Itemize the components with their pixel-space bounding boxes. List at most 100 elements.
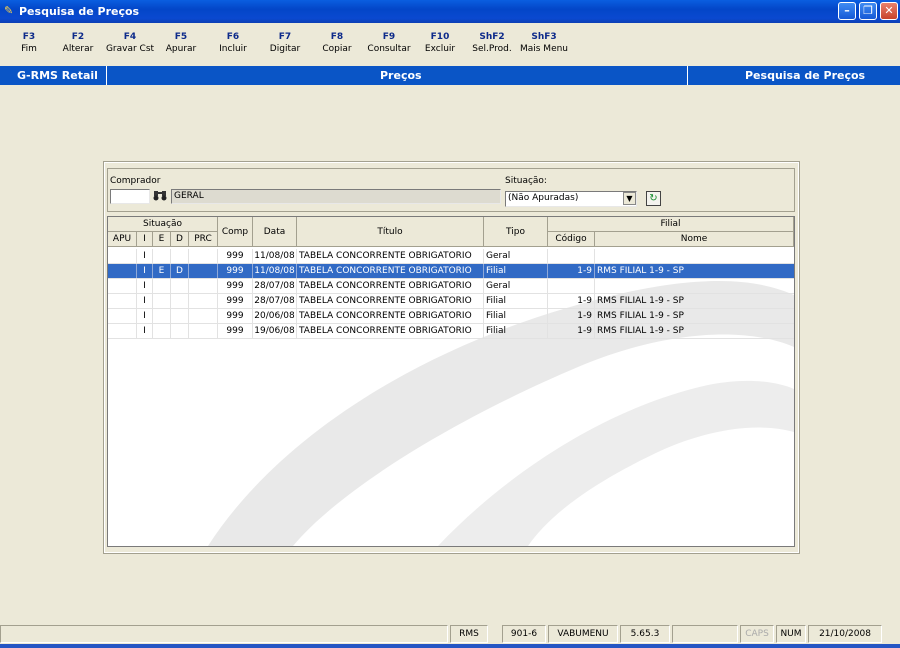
cell-e [153, 279, 171, 293]
status-bar: RMS 901-6 VABUMENU 5.65.3 CAPS NUM 21/10… [0, 625, 900, 643]
fkey-apurar[interactable]: F5 Apurar [160, 31, 202, 55]
fkey-copiar[interactable]: F8 Copiar [316, 31, 358, 55]
cell-tipo: Filial [484, 294, 548, 308]
status-num: NUM [776, 625, 806, 643]
comprador-code-field[interactable] [110, 189, 150, 204]
close-button[interactable]: ✕ [880, 2, 898, 20]
cell-d [171, 279, 189, 293]
restore-button[interactable]: ❐ [859, 2, 877, 20]
status-message [0, 625, 448, 643]
table-row[interactable]: I 999 20/06/08 TABELA CONCORRENTE OBRIGA… [108, 309, 794, 324]
col-header-titulo[interactable]: Título [297, 217, 484, 247]
cell-e [153, 324, 171, 338]
cell-e [153, 294, 171, 308]
fkey-key: F2 [71, 32, 85, 42]
cell-comp: 999 [218, 294, 253, 308]
fkey-label: Apurar [165, 44, 197, 54]
table-row[interactable]: I 999 19/06/08 TABELA CONCORRENTE OBRIGA… [108, 324, 794, 339]
fkey-key: F6 [226, 32, 240, 42]
fkey-mais-menu[interactable]: ShF3 Mais Menu [518, 31, 570, 55]
cell-tipo: Geral [484, 279, 548, 293]
cell-apu [108, 294, 137, 308]
col-header-nome[interactable]: Nome [595, 232, 794, 247]
cell-apu [108, 309, 137, 323]
module-header: G-RMS Retail Preços Pesquisa de Preços [0, 66, 900, 85]
cell-data: 28/07/08 [253, 279, 297, 293]
minimize-button[interactable]: – [838, 2, 856, 20]
fkey-digitar[interactable]: F7 Digitar [264, 31, 306, 55]
cell-tipo: Filial [484, 324, 548, 338]
col-header-tipo[interactable]: Tipo [484, 217, 548, 247]
cell-d [171, 324, 189, 338]
cell-d [171, 249, 189, 263]
situacao-select[interactable]: (Não Apuradas) ▼ [505, 191, 637, 207]
restore-icon: ❐ [863, 4, 873, 17]
cell-i: I [137, 309, 153, 323]
cell-prc [189, 249, 218, 263]
fkey-fim[interactable]: F3 Fim [14, 31, 44, 55]
table-row[interactable]: I 999 28/07/08 TABELA CONCORRENTE OBRIGA… [108, 279, 794, 294]
cell-e [153, 249, 171, 263]
fkey-incluir[interactable]: F6 Incluir [214, 31, 252, 55]
cell-nome: RMS FILIAL 1-9 - SP [597, 296, 684, 306]
cell-d [171, 294, 189, 308]
col-header-codigo[interactable]: Código [548, 232, 595, 247]
fkey-alterar[interactable]: F2 Alterar [58, 31, 98, 55]
binoculars-icon [153, 191, 166, 201]
table-row[interactable]: I 999 28/07/08 TABELA CONCORRENTE OBRIGA… [108, 294, 794, 309]
status-code: 901-6 [502, 625, 546, 643]
fkey-consultar[interactable]: F9 Consultar [364, 31, 414, 55]
col-header-data[interactable]: Data [253, 217, 297, 247]
prices-grid[interactable]: Situação Comp Data Título Tipo Filial AP… [107, 216, 795, 547]
cell-apu [108, 249, 137, 263]
fkey-key: F9 [382, 32, 396, 42]
cell-nome [595, 249, 794, 263]
cell-comp: 999 [218, 264, 253, 278]
table-row[interactable]: I 999 11/08/08 TABELA CONCORRENTE OBRIGA… [108, 249, 794, 264]
col-header-apu[interactable]: APU [108, 232, 137, 247]
col-header-e[interactable]: E [153, 232, 171, 247]
cell-data: 11/08/08 [253, 264, 297, 278]
fkey-key: F8 [330, 32, 344, 42]
cell-comp: 999 [218, 324, 253, 338]
fkey-gravar-cst[interactable]: F4 Gravar Cst [102, 31, 158, 55]
cell-comp: 999 [218, 279, 253, 293]
table-row-selected[interactable]: I E D 999 11/08/08 TABELA CONCORRENTE OB… [108, 264, 794, 279]
status-date: 21/10/2008 [808, 625, 882, 643]
header-divider [687, 66, 688, 85]
fkey-sel-prod[interactable]: ShF2 Sel.Prod. [468, 31, 516, 55]
cell-titulo: TABELA CONCORRENTE OBRIGATORIO [297, 324, 484, 338]
col-header-i[interactable]: I [137, 232, 153, 247]
cell-codigo: 1-9 [548, 324, 595, 338]
cell-d: D [171, 264, 189, 278]
fkey-label: Copiar [322, 44, 352, 54]
app-icon: ✎ [4, 4, 14, 17]
cell-apu [108, 279, 137, 293]
cell-codigo [548, 249, 595, 263]
fkey-label: Digitar [269, 44, 301, 54]
status-menu: VABUMENU [548, 625, 618, 643]
col-header-d[interactable]: D [171, 232, 189, 247]
window-title: Pesquisa de Preços [19, 5, 140, 18]
fkey-excluir[interactable]: F10 Excluir [420, 31, 460, 55]
binoculars-search-button[interactable] [152, 189, 167, 204]
refresh-button[interactable]: ↻ [646, 191, 661, 206]
col-header-comp[interactable]: Comp [218, 217, 253, 247]
cell-prc [189, 294, 218, 308]
fkey-label: Gravar Cst [105, 44, 155, 54]
fkey-label: Consultar [367, 44, 411, 54]
cell-apu [108, 264, 137, 278]
cell-titulo: TABELA CONCORRENTE OBRIGATORIO [297, 279, 484, 293]
comprador-name-field: GERAL [171, 189, 501, 204]
chevron-down-icon[interactable]: ▼ [623, 192, 636, 205]
col-header-prc[interactable]: PRC [189, 232, 218, 247]
cell-i: I [137, 264, 153, 278]
fkey-label: Excluir [424, 44, 456, 54]
cell-tipo: Filial [484, 309, 548, 323]
situacao-label: Situação: [505, 176, 547, 186]
cell-e [153, 309, 171, 323]
cell-comp: 999 [218, 249, 253, 263]
cell-i: I [137, 279, 153, 293]
title-bar[interactable]: ✎ Pesquisa de Preços – ❐ ✕ [0, 0, 900, 23]
app-name: G-RMS Retail [17, 69, 98, 82]
